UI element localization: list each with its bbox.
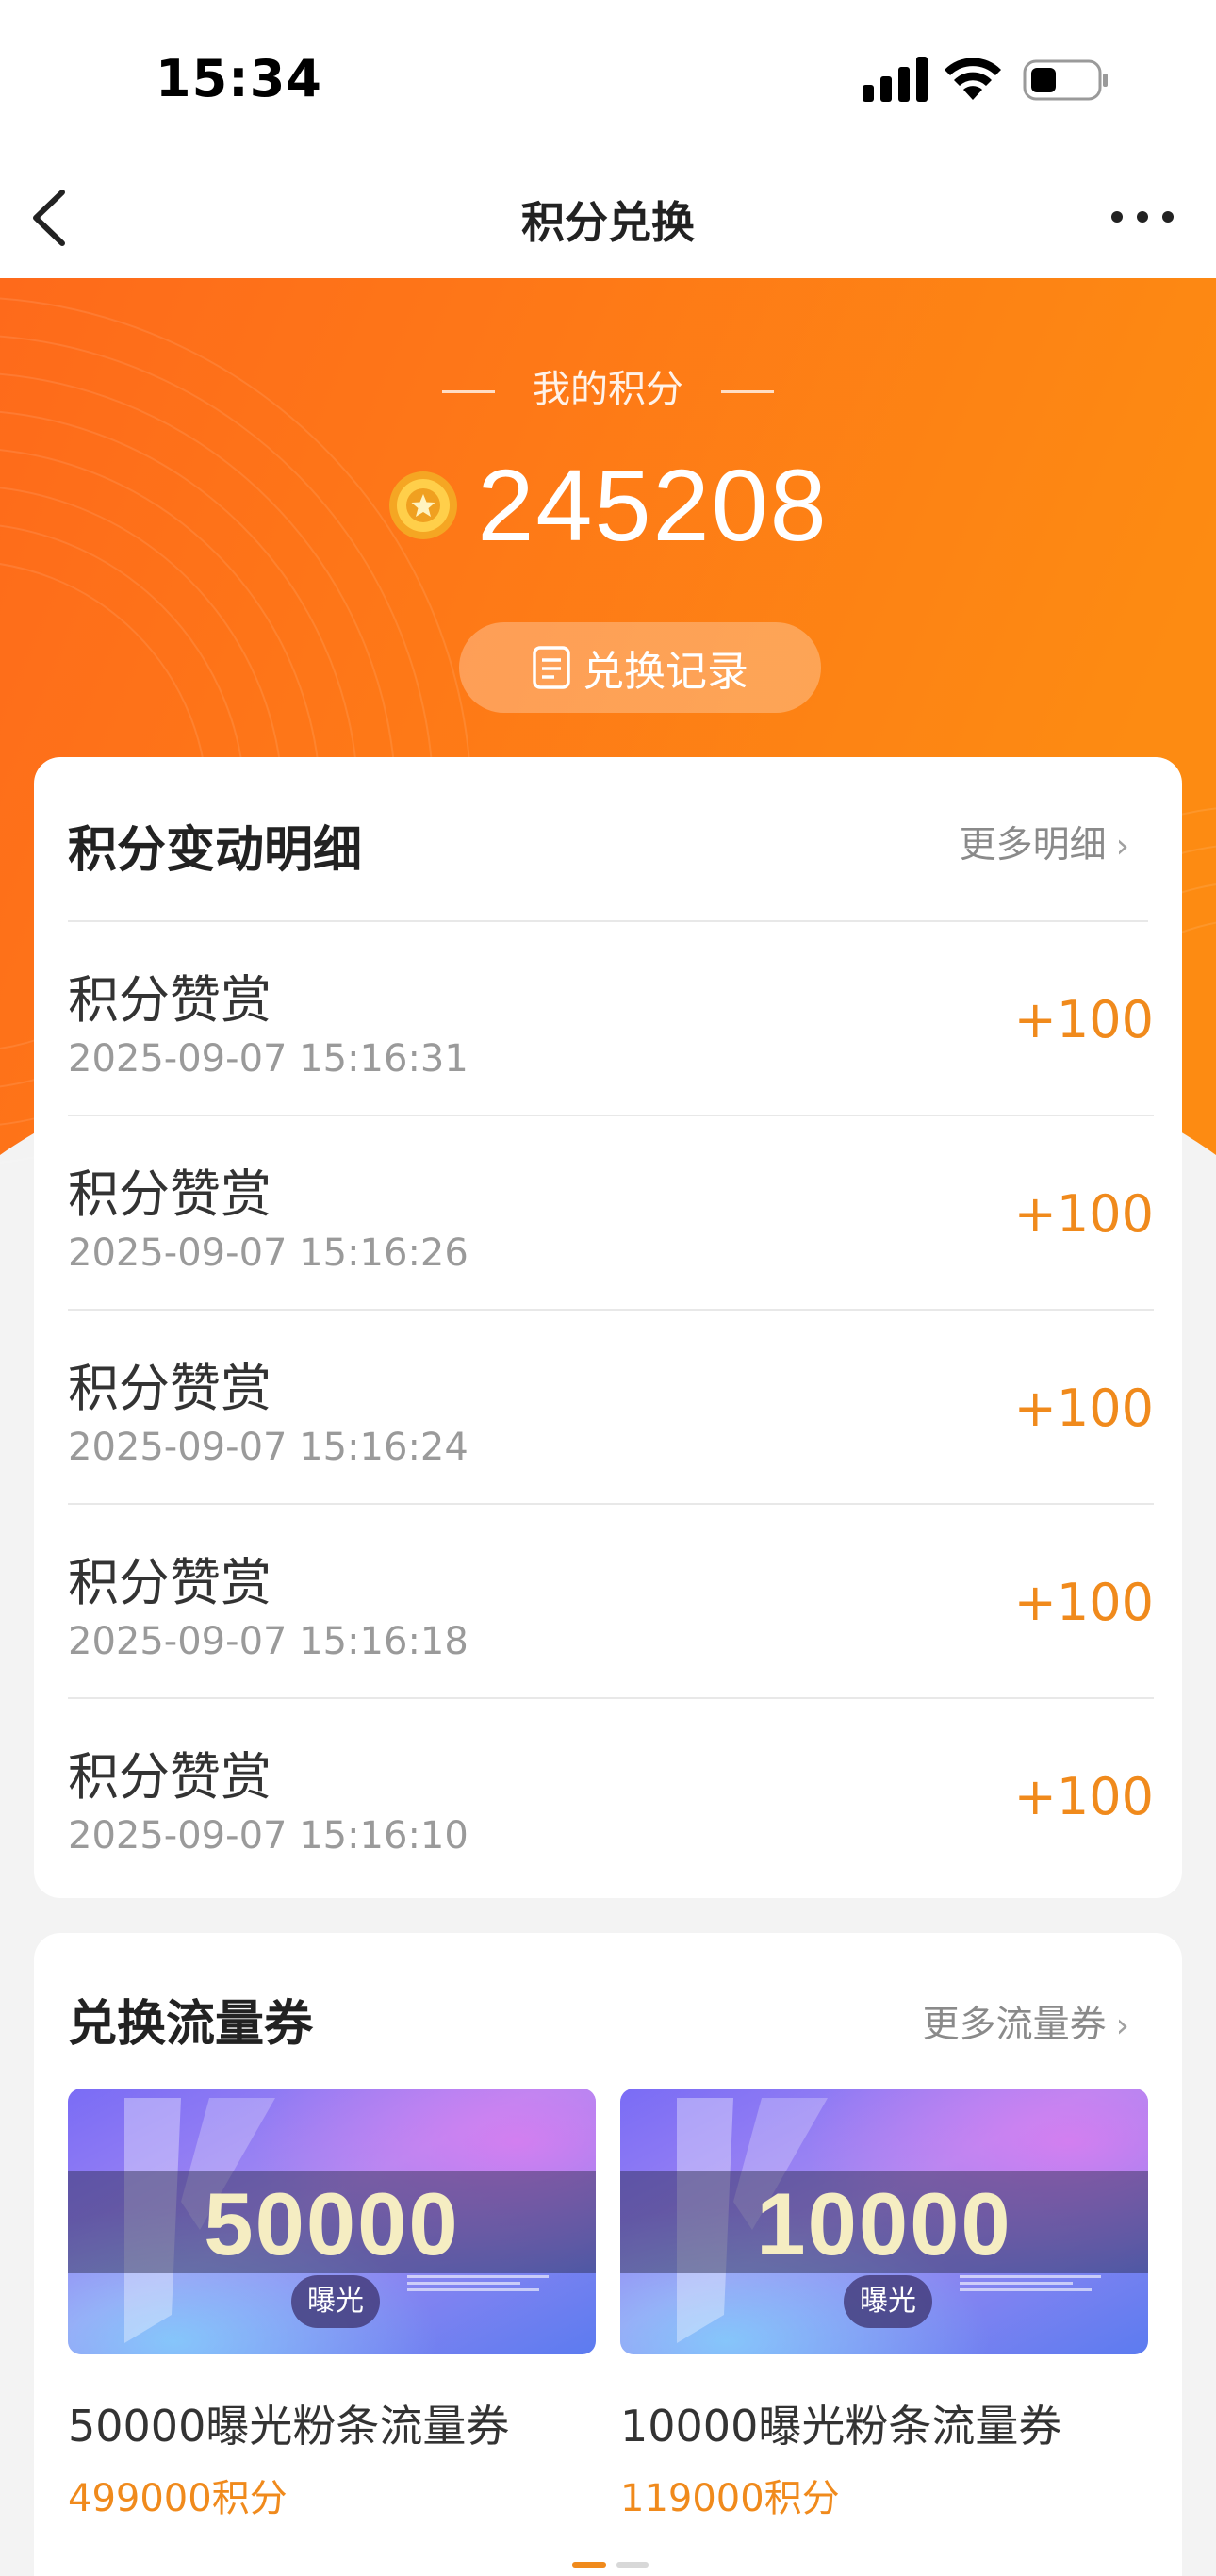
- coupon-name: 50000曝光粉条流量券: [68, 2401, 510, 2452]
- entry-amount: +100: [1013, 1573, 1154, 1632]
- coupon-image: 10000 曝光: [620, 2089, 1148, 2354]
- chevron-right-icon: ›: [1115, 827, 1129, 866]
- points-balance: 245208: [477, 448, 829, 562]
- entry-title: 积分赞赏: [68, 1553, 271, 1612]
- coupon-amount: 50000: [204, 2174, 460, 2273]
- exchange-record-button[interactable]: 兑换记录: [459, 622, 821, 713]
- entry-amount: +100: [1013, 1379, 1154, 1438]
- carousel-dot-active: [572, 2562, 606, 2568]
- points-row: 245208: [0, 446, 1216, 564]
- coin-icon: [389, 471, 458, 539]
- page-title: 积分兑换: [521, 197, 695, 248]
- entry-title: 积分赞赏: [68, 1747, 271, 1807]
- ellipsis-icon[interactable]: [1108, 203, 1178, 231]
- list-item: 积分赞赏 2025-09-07 15:16:18 +100: [68, 1505, 1154, 1699]
- nav-bar: 积分兑换: [0, 160, 1216, 278]
- entry-time: 2025-09-07 15:16:18: [68, 1620, 468, 1663]
- my-points-text: 我的积分: [533, 368, 683, 411]
- label-dash-left: [442, 389, 495, 393]
- status-time: 15:34: [156, 49, 322, 108]
- cellular-signal-icon: [863, 57, 928, 102]
- wifi-icon: [945, 58, 1001, 100]
- carousel-indicator: [572, 2562, 649, 2576]
- entry-title: 积分赞赏: [68, 1164, 271, 1224]
- entry-title: 积分赞赏: [68, 1359, 271, 1418]
- coupon-name: 10000曝光粉条流量券: [620, 2401, 1062, 2452]
- coupon-item[interactable]: 10000 曝光 10000曝光粉条流量券 119000积分: [620, 2089, 1148, 2522]
- points-detail-card: 积分变动明细 更多明细 › 积分赞赏 2025-09-07 15:16:31 +1…: [34, 757, 1182, 1898]
- entry-time: 2025-09-07 15:16:26: [68, 1231, 468, 1275]
- more-details-text: 更多明细: [959, 824, 1107, 867]
- entry-amount: +100: [1013, 1767, 1154, 1826]
- coupon-section-title: 兑换流量券: [68, 1996, 314, 2053]
- entry-amount: +100: [1013, 1184, 1154, 1244]
- points-detail-title: 积分变动明细: [68, 822, 363, 879]
- battery-icon: [1023, 59, 1108, 101]
- coupon-price: 499000积分: [68, 2477, 288, 2520]
- carousel-dot: [616, 2562, 649, 2568]
- list-item: 积分赞赏 2025-09-07 15:16:10 +100: [68, 1699, 1154, 1893]
- list-item: 积分赞赏 2025-09-07 15:16:24 +100: [68, 1311, 1154, 1505]
- coupon-price: 119000积分: [620, 2477, 840, 2520]
- traffic-coupon-card: 兑换流量券 更多流量券 › 50000 曝光 50000曝光粉条流量券 4990…: [34, 1933, 1182, 2576]
- coupon-tag: 曝光: [291, 2275, 380, 2328]
- entry-time: 2025-09-07 15:16:10: [68, 1814, 468, 1858]
- status-bar: 15:34: [0, 0, 1216, 160]
- list-item: 积分赞赏 2025-09-07 15:16:26 +100: [68, 1116, 1154, 1311]
- document-icon: [533, 646, 570, 689]
- exchange-record-label: 兑换记录: [583, 648, 748, 696]
- more-coupons-text: 更多流量券: [922, 2004, 1107, 2046]
- my-points-label: 我的积分: [0, 358, 1216, 413]
- coupon-tag: 曝光: [844, 2275, 932, 2328]
- entry-amount: +100: [1013, 990, 1154, 1049]
- list-item: 积分赞赏 2025-09-07 15:16:31 +100: [68, 922, 1154, 1116]
- coupon-image: 50000 曝光: [68, 2089, 596, 2354]
- more-details-link[interactable]: 更多明细 ›: [960, 816, 1129, 868]
- label-dash-right: [721, 389, 774, 393]
- coupon-item[interactable]: 50000 曝光 50000曝光粉条流量券 499000积分: [68, 2089, 596, 2522]
- entry-title: 积分赞赏: [68, 970, 271, 1030]
- chevron-right-icon: ›: [1115, 2006, 1129, 2045]
- entry-time: 2025-09-07 15:16:24: [68, 1426, 468, 1469]
- coupon-amount: 10000: [756, 2174, 1012, 2273]
- entry-time: 2025-09-07 15:16:31: [68, 1037, 468, 1081]
- more-coupons-link[interactable]: 更多流量券 ›: [923, 1995, 1129, 2048]
